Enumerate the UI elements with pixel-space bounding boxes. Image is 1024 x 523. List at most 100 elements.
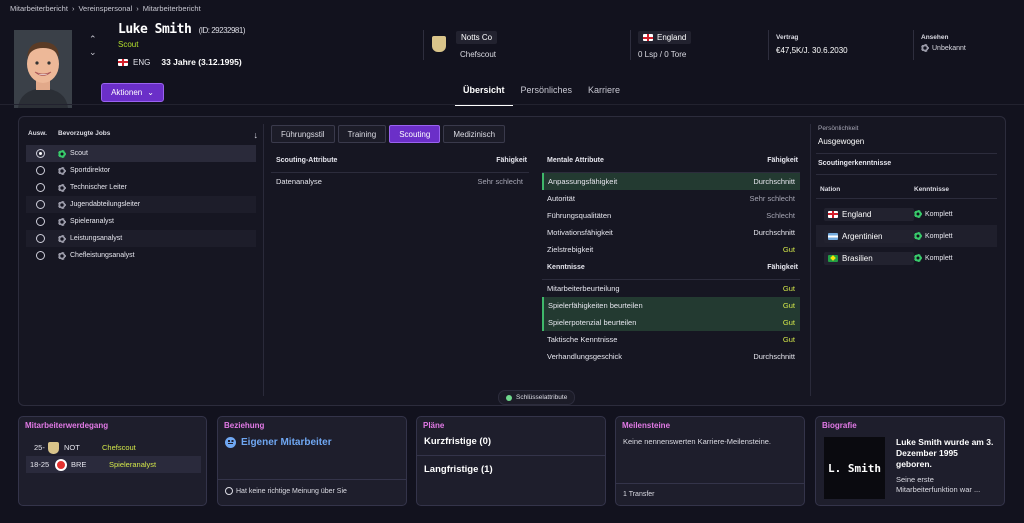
- breadcrumb-item[interactable]: Mitarbeiterbericht: [10, 4, 68, 13]
- attribute-row[interactable]: Mitarbeiterbeurteilung Gut: [542, 280, 800, 297]
- relationship-card: Beziehung Eigener Mitarbeiter Hat keine …: [217, 416, 407, 506]
- attribute-name: Motivationsfähigkeit: [547, 228, 613, 237]
- reputation-value: Unbekannt: [921, 44, 966, 52]
- attribute-value: Durchschnitt: [753, 352, 795, 361]
- career-years: 25-: [34, 443, 45, 452]
- scouting-attributes: Scouting-Attribute Fähigkeit Datenanalys…: [271, 157, 529, 190]
- tab-training[interactable]: Training: [337, 125, 387, 143]
- chevron-down-icon[interactable]: ⌄: [89, 47, 97, 58]
- attribute-row[interactable]: Motivationsfähigkeit Durchschnitt: [542, 224, 800, 241]
- tab-leadership-style[interactable]: Führungsstil: [271, 125, 335, 143]
- biography-text[interactable]: Seine erste Mitarbeiterfunktion war ...: [896, 475, 996, 495]
- gear-icon: [914, 254, 922, 262]
- nation-name: England: [842, 209, 872, 219]
- radio-button[interactable]: [36, 183, 45, 192]
- nation-pill[interactable]: Argentinien: [824, 229, 914, 243]
- radio-button[interactable]: [36, 217, 45, 226]
- attribute-row[interactable]: Verhandlungsgeschick Durchschnitt: [542, 348, 800, 365]
- attribute-row[interactable]: Zielstrebigkeit Gut: [542, 241, 800, 258]
- breadcrumb-item[interactable]: Vereinspersonal: [78, 4, 132, 13]
- card-title: Beziehung: [224, 421, 265, 430]
- actions-button[interactable]: Aktionen ⌄: [101, 83, 164, 102]
- column-header: Kenntnisse: [547, 264, 585, 271]
- career-row[interactable]: 18-25 BRE Spieleranalyst: [26, 456, 201, 473]
- person-age: 33 Jahre (3.12.1995): [161, 57, 242, 67]
- actions-label: Aktionen: [111, 88, 143, 97]
- brazil-flag-icon: [828, 254, 838, 262]
- attribute-name: Anpassungsfähigkeit: [548, 177, 618, 186]
- biography-picture: L. Smith: [824, 437, 885, 499]
- scouting-knowledge-title: Scoutingerkenntnisse: [818, 160, 892, 167]
- attribute-value: Sehr schlecht: [749, 194, 795, 203]
- tab-overview[interactable]: Übersicht: [455, 85, 513, 106]
- radio-button[interactable]: [36, 200, 45, 209]
- chevron-down-icon: ⌄: [147, 88, 154, 97]
- attribute-name: Verhandlungsgeschick: [547, 352, 623, 361]
- gear-icon: [58, 166, 66, 175]
- reputation-text: Unbekannt: [932, 44, 966, 52]
- long-term-plans[interactable]: Langfristige (1): [424, 464, 493, 475]
- club-name-link[interactable]: Notts Co: [456, 31, 498, 44]
- column-header: Fähigkeit: [767, 264, 798, 271]
- job-label: Sportdirektor: [70, 167, 111, 174]
- tab-career[interactable]: Karriere: [580, 85, 628, 106]
- job-row[interactable]: Leistungsanalyst: [26, 230, 256, 247]
- club-crest-icon: [55, 458, 67, 471]
- attribute-value: Gut: [782, 301, 795, 310]
- attribute-row[interactable]: Spielerfähigkeiten beurteilen Gut: [542, 297, 800, 314]
- nation-link[interactable]: England: [638, 31, 692, 44]
- attribute-row[interactable]: Spielerpotenzial beurteilen Gut: [542, 314, 800, 331]
- job-row[interactable]: Spieleranalyst: [26, 213, 256, 230]
- attribute-row[interactable]: Autorität Sehr schlecht: [542, 190, 800, 207]
- divider: [417, 455, 605, 456]
- divider: [816, 174, 997, 175]
- gear-icon: [58, 149, 66, 158]
- job-row[interactable]: Sportdirektor: [26, 162, 256, 179]
- career-club[interactable]: NOT: [64, 443, 102, 452]
- divider: [218, 479, 406, 480]
- tab-personal[interactable]: Persönliches: [513, 85, 581, 106]
- biography-card: Biografie L. Smith Luke Smith wurde am 3…: [815, 416, 1005, 506]
- short-term-plans[interactable]: Kurzfristige (0): [424, 436, 491, 447]
- radio-button[interactable]: [36, 149, 45, 158]
- personality-value: Ausgewogen: [818, 137, 865, 146]
- column-header: Fähigkeit: [767, 157, 798, 164]
- nation-pill[interactable]: Brasilien: [824, 251, 914, 265]
- radio-button[interactable]: [36, 166, 45, 175]
- divider: [616, 483, 804, 484]
- radio-button[interactable]: [36, 234, 45, 243]
- nation-pill[interactable]: England: [824, 207, 914, 221]
- england-flag-icon: [118, 58, 128, 66]
- gear-icon: [914, 232, 922, 240]
- job-row[interactable]: Scout: [26, 145, 256, 162]
- attribute-row[interactable]: Taktische Kenntnisse Gut: [542, 331, 800, 348]
- attribute-row[interactable]: Anpassungsfähigkeit Durchschnitt: [542, 173, 800, 190]
- job-label: Leistungsanalyst: [70, 235, 123, 242]
- relationship-footer: Hat keine richtige Meinung über Sie: [225, 487, 347, 495]
- tab-medical[interactable]: Medizinisch: [443, 125, 506, 143]
- relationship-status: Eigener Mitarbeiter: [225, 437, 332, 448]
- main-tabs: Übersicht Persönliches Karriere: [455, 85, 628, 106]
- attribute-row[interactable]: Datenanalyse Sehr schlecht: [271, 173, 529, 190]
- attribute-row[interactable]: Führungsqualitäten Schlecht: [542, 207, 800, 224]
- attribute-name: Autorität: [547, 194, 575, 203]
- card-title: Biografie: [822, 421, 857, 430]
- transfer-count[interactable]: 1 Transfer: [623, 491, 655, 498]
- chevron-up-icon[interactable]: ⌃: [89, 34, 97, 45]
- jobs-title-header[interactable]: Bevorzugte Jobs: [58, 130, 254, 140]
- career-club[interactable]: BRE: [71, 460, 109, 469]
- milestones-text: Keine nennenswerten Karriere-Meilenstein…: [623, 437, 772, 446]
- career-row[interactable]: 25- NOT Chefscout: [26, 439, 201, 456]
- tab-scouting[interactable]: Scouting: [389, 125, 441, 143]
- column-header: Fähigkeit: [496, 157, 527, 164]
- key-attributes-legend: Schlüsselattribute: [498, 390, 576, 405]
- job-row[interactable]: Chefleistungsanalyst: [26, 247, 256, 264]
- knowledge-header: Kenntnisse Fähigkeit: [542, 264, 800, 276]
- job-row[interactable]: Jugendabteilungsleiter: [26, 196, 256, 213]
- radio-button[interactable]: [36, 251, 45, 260]
- job-row[interactable]: Technischer Leiter: [26, 179, 256, 196]
- argentina-flag-icon: [828, 232, 838, 240]
- england-flag-icon: [828, 210, 838, 218]
- sort-arrow-icon[interactable]: ↓: [254, 130, 259, 140]
- contract-label: Vertrag: [776, 34, 799, 41]
